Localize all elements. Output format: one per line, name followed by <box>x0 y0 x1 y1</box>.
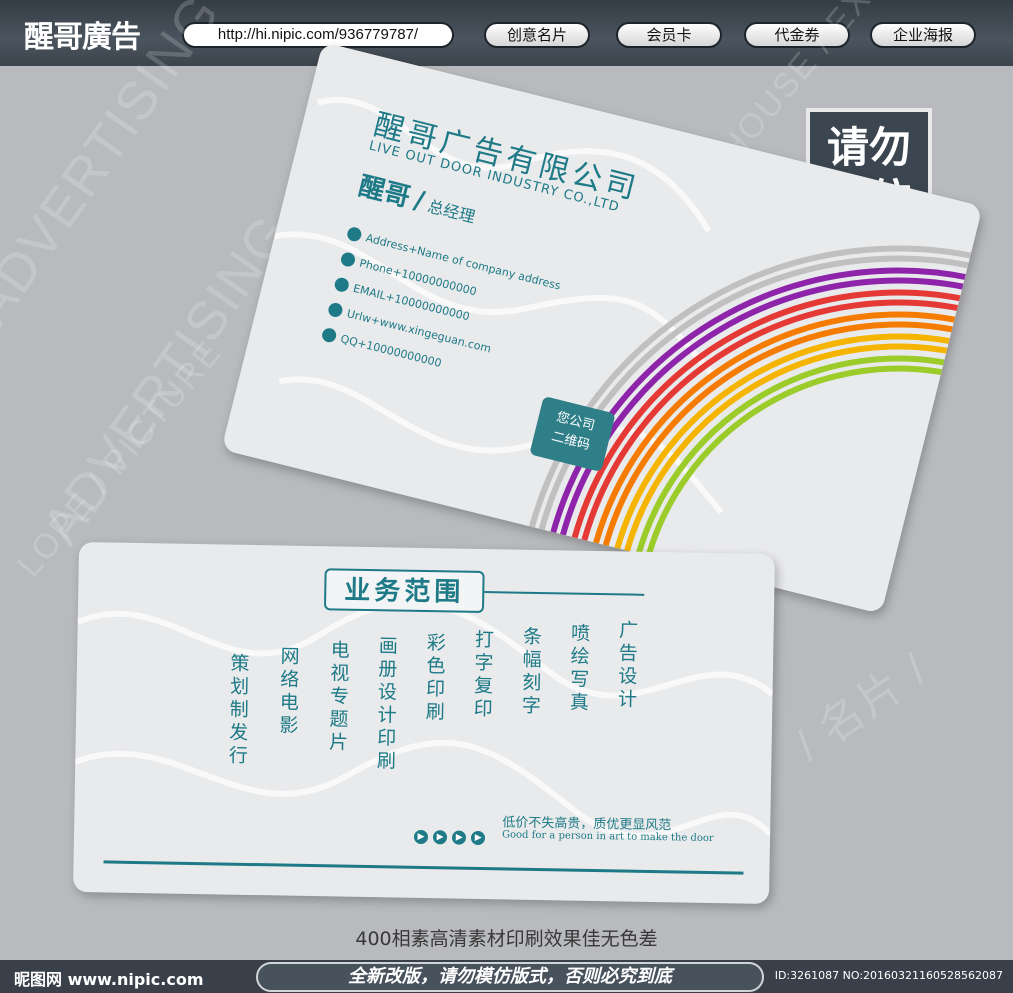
service-item: 条幅刻字 <box>521 625 543 718</box>
phone-icon <box>339 250 357 268</box>
service-item: 画册设计印刷 <box>376 635 399 773</box>
warning-banner: 全新改版，请勿模仿版式，否则必究到底 <box>256 962 764 992</box>
site-logo[interactable]: 醒哥廣告 <box>24 12 141 56</box>
email-icon <box>333 275 351 293</box>
rainbow-arc <box>526 245 983 538</box>
name-divider: / <box>410 185 428 217</box>
arrow-right-icon: ▶ <box>471 830 486 846</box>
arrow-right-icon: ▶ <box>413 829 429 845</box>
nav-member-card[interactable]: 会员卡 <box>616 22 722 48</box>
service-item: 电视专题片 <box>328 639 350 754</box>
service-item: 广告设计 <box>617 619 639 711</box>
business-card-back: 业务范围 策划制发行 网络电影 电视专题片 画册设计印刷 彩色印刷 打字复印 条… <box>72 541 776 905</box>
service-item: 策划制发行 <box>228 652 250 767</box>
service-item: 彩色印刷 <box>425 632 447 724</box>
location-icon <box>345 225 363 243</box>
qq-icon <box>320 326 338 344</box>
nav-creative-card[interactable]: 创意名片 <box>484 22 590 48</box>
bg-watermark-text: / 名片 / <box>786 644 937 770</box>
image-id: ID:3261087 NO:20160321160528562087 <box>774 969 1003 982</box>
site-watermark: 昵图网 www.nipic.com <box>14 970 204 989</box>
service-item: 网络电影 <box>279 645 300 737</box>
arrow-icons: ▶ ▶ ▶ ▶ <box>413 824 486 846</box>
tagline: 400相素高清素材印刷效果佳无色差 <box>355 928 658 950</box>
nav-poster[interactable]: 企业海报 <box>870 22 976 48</box>
service-item: 喷绘写真 <box>569 622 591 714</box>
arrow-right-icon: ▶ <box>452 830 467 845</box>
scope-title: 业务范围 <box>344 575 465 608</box>
arrow-right-icon: ▶ <box>432 830 448 845</box>
stamp-line1: 请勿 <box>826 123 911 172</box>
scope-title-box: 业务范围 <box>323 568 485 614</box>
service-item: 打字复印 <box>473 628 495 721</box>
globe-icon <box>327 301 345 318</box>
